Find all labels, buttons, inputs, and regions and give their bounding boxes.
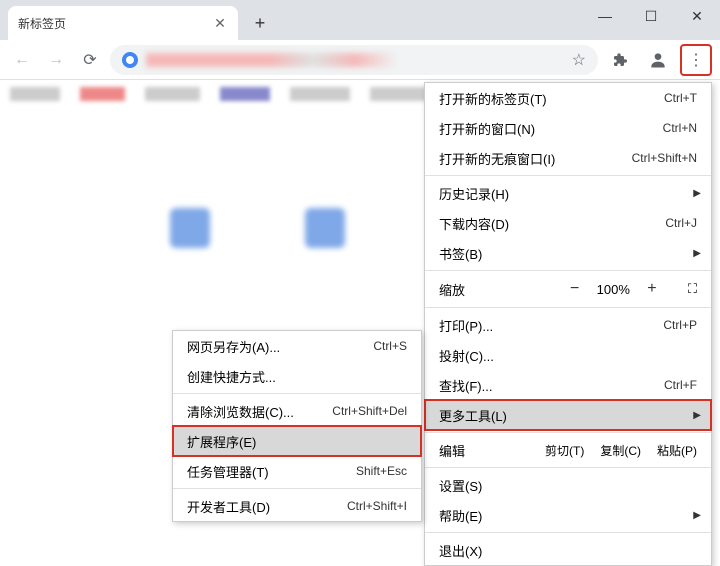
reload-button[interactable]: ⟳ xyxy=(76,46,104,74)
shortcut-icon xyxy=(170,208,210,248)
fullscreen-icon[interactable]: ⛶ xyxy=(688,281,697,297)
url-text xyxy=(146,53,564,67)
menu-item-label: 退出(X) xyxy=(439,541,697,560)
new-tab-button[interactable]: + xyxy=(246,9,274,37)
menu-shortcut: Ctrl+Shift+N xyxy=(632,151,697,165)
menu-shortcut: Ctrl+Shift+I xyxy=(347,499,407,513)
submenu-arrow-icon: ▶ xyxy=(693,510,701,521)
menu-item-label: 下载内容(D) xyxy=(439,214,665,233)
menu-item-label: 历史记录(H) xyxy=(439,184,697,203)
profile-icon[interactable] xyxy=(642,44,674,76)
bookmark-item[interactable] xyxy=(290,87,350,101)
menu-item-label: 投射(C)... xyxy=(439,346,697,365)
menu-item-find[interactable]: 查找(F)...Ctrl+F xyxy=(425,370,711,400)
bookmark-star-icon[interactable]: ☆ xyxy=(572,50,586,70)
menu-item-bookmarks[interactable]: 书签(B)▶ xyxy=(425,238,711,268)
submenu-arrow-icon: ▶ xyxy=(693,410,701,421)
forward-button[interactable]: → xyxy=(42,46,70,74)
menu-item-label: 开发者工具(D) xyxy=(187,497,347,516)
menu-shortcut: Ctrl+P xyxy=(663,318,697,332)
menu-item-label: 任务管理器(T) xyxy=(187,462,356,481)
submenu-item-create-shortcut[interactable]: 创建快捷方式... xyxy=(173,361,421,391)
main-menu-button[interactable]: ⋮ xyxy=(680,44,712,76)
menu-item-label: 扩展程序(E) xyxy=(187,432,407,451)
edit-label: 编辑 xyxy=(439,441,529,460)
menu-item-label: 打印(P)... xyxy=(439,316,663,335)
zoom-out-button[interactable]: − xyxy=(567,280,583,298)
more-tools-submenu: 网页另存为(A)...Ctrl+S创建快捷方式...清除浏览数据(C)...Ct… xyxy=(172,330,422,522)
close-tab-icon[interactable]: ✕ xyxy=(212,15,228,31)
bookmark-item[interactable] xyxy=(10,87,60,101)
menu-item-label: 打开新的标签页(T) xyxy=(439,89,664,108)
menu-item-label: 帮助(E) xyxy=(439,506,697,525)
bookmark-item[interactable] xyxy=(145,87,200,101)
paste-action[interactable]: 粘贴(P) xyxy=(657,442,697,459)
menu-shortcut: Ctrl+J xyxy=(665,216,697,230)
zoom-value: 100% xyxy=(597,282,630,297)
menu-item-more-tools[interactable]: 更多工具(L)▶ xyxy=(425,400,711,430)
submenu-item-clear-data[interactable]: 清除浏览数据(C)...Ctrl+Shift+Del xyxy=(173,396,421,426)
submenu-arrow-icon: ▶ xyxy=(693,188,701,199)
menu-shortcut: Ctrl+N xyxy=(663,121,697,135)
menu-item-help[interactable]: 帮助(E)▶ xyxy=(425,500,711,530)
menu-item-settings[interactable]: 设置(S) xyxy=(425,470,711,500)
shortcut-icon xyxy=(305,208,345,248)
cut-action[interactable]: 剪切(T) xyxy=(545,442,584,459)
submenu-arrow-icon: ▶ xyxy=(693,248,701,259)
shortcut-tile[interactable] xyxy=(170,208,210,277)
shortcut-tile[interactable] xyxy=(305,208,345,277)
bookmark-item[interactable] xyxy=(80,87,125,101)
zoom-row: 缩放 − 100% + ⛶ xyxy=(425,273,711,305)
menu-item-label: 清除浏览数据(C)... xyxy=(187,402,332,421)
submenu-item-task-manager[interactable]: 任务管理器(T)Shift+Esc xyxy=(173,456,421,486)
menu-item-new-tab[interactable]: 打开新的标签页(T)Ctrl+T xyxy=(425,83,711,113)
menu-item-label: 打开新的无痕窗口(I) xyxy=(439,149,632,168)
address-bar[interactable]: ☆ xyxy=(110,45,598,75)
menu-shortcut: Ctrl+Shift+Del xyxy=(332,404,407,418)
copy-action[interactable]: 复制(C) xyxy=(600,442,641,459)
zoom-in-button[interactable]: + xyxy=(644,280,660,298)
menu-item-downloads[interactable]: 下载内容(D)Ctrl+J xyxy=(425,208,711,238)
menu-item-cast[interactable]: 投射(C)... xyxy=(425,340,711,370)
menu-item-label: 打开新的窗口(N) xyxy=(439,119,663,138)
menu-item-label: 查找(F)... xyxy=(439,376,664,395)
edit-row: 编辑 剪切(T) 复制(C) 粘贴(P) xyxy=(425,435,711,465)
toolbar: ← → ⟳ ☆ ⋮ xyxy=(0,40,720,80)
submenu-item-save-as[interactable]: 网页另存为(A)...Ctrl+S xyxy=(173,331,421,361)
maximize-button[interactable]: ☐ xyxy=(628,0,674,32)
menu-item-history[interactable]: 历史记录(H)▶ xyxy=(425,178,711,208)
extensions-icon[interactable] xyxy=(604,44,636,76)
bookmark-item[interactable] xyxy=(220,87,270,101)
menu-shortcut: Ctrl+S xyxy=(373,339,407,353)
main-menu: 打开新的标签页(T)Ctrl+T打开新的窗口(N)Ctrl+N打开新的无痕窗口(… xyxy=(424,82,712,566)
zoom-label: 缩放 xyxy=(439,280,567,299)
site-icon xyxy=(122,52,138,68)
submenu-item-extensions[interactable]: 扩展程序(E) xyxy=(173,426,421,456)
close-window-button[interactable]: ✕ xyxy=(674,0,720,32)
menu-item-label: 设置(S) xyxy=(439,476,697,495)
tab-title: 新标签页 xyxy=(18,15,212,32)
menu-shortcut: Ctrl+F xyxy=(664,378,697,392)
menu-item-label: 更多工具(L) xyxy=(439,406,697,425)
menu-item-label: 创建快捷方式... xyxy=(187,367,407,386)
menu-item-print[interactable]: 打印(P)...Ctrl+P xyxy=(425,310,711,340)
menu-item-label: 网页另存为(A)... xyxy=(187,337,373,356)
back-button[interactable]: ← xyxy=(8,46,36,74)
browser-tab[interactable]: 新标签页 ✕ xyxy=(8,6,238,40)
minimize-button[interactable]: — xyxy=(582,0,628,32)
menu-shortcut: Ctrl+T xyxy=(664,91,697,105)
menu-shortcut: Shift+Esc xyxy=(356,464,407,478)
menu-item-exit[interactable]: 退出(X) xyxy=(425,535,711,565)
menu-item-label: 书签(B) xyxy=(439,244,697,263)
menu-item-incognito[interactable]: 打开新的无痕窗口(I)Ctrl+Shift+N xyxy=(425,143,711,173)
submenu-item-dev-tools[interactable]: 开发者工具(D)Ctrl+Shift+I xyxy=(173,491,421,521)
menu-item-new-window[interactable]: 打开新的窗口(N)Ctrl+N xyxy=(425,113,711,143)
